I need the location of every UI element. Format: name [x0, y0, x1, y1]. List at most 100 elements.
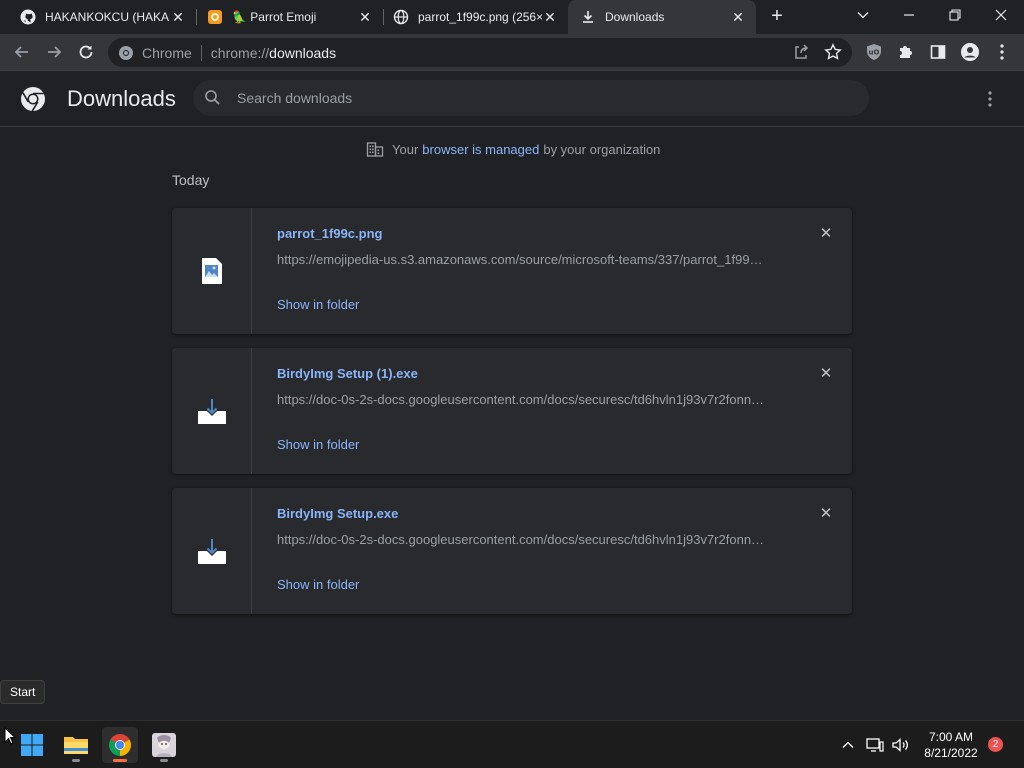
- arrow-right-icon: [48, 46, 62, 58]
- tab-parrot-png[interactable]: parrot_1f99c.png (256×256) ✕: [373, 0, 568, 34]
- chevron-down-icon: [857, 12, 869, 19]
- clock[interactable]: 7:00 AM 8/21/2022: [918, 729, 984, 761]
- tab-strip: HAKANKOKCU (HAKANKOKCU) ✕ 🦜 Parrot Emoji…: [0, 0, 1024, 34]
- puzzle-icon: [900, 46, 912, 58]
- download-item: BirdyImg Setup.exe https://doc-0s-2s-doc…: [172, 488, 852, 614]
- arrow-left-icon: [14, 46, 28, 58]
- file-name-link[interactable]: parrot_1f99c.png: [277, 226, 382, 241]
- source-url[interactable]: https://doc-0s-2s-docs.googleusercontent…: [277, 392, 777, 407]
- side-panel-icon: [930, 45, 946, 59]
- close-icon[interactable]: ✕: [170, 9, 186, 25]
- site-chip-label: Chrome: [142, 44, 192, 61]
- ublock-shield-icon: uO: [867, 44, 881, 60]
- svg-text:uO: uO: [869, 49, 880, 57]
- chrome-menu-button[interactable]: [990, 40, 1014, 64]
- ublock-extension-button[interactable]: uO: [862, 40, 886, 64]
- remove-download-button[interactable]: ✕: [816, 504, 836, 524]
- side-panel-button[interactable]: [926, 40, 950, 64]
- file-icon-column: [172, 488, 252, 614]
- forward-button[interactable]: [42, 40, 66, 64]
- network-icon: [866, 738, 884, 752]
- search-input[interactable]: [237, 90, 797, 106]
- back-button[interactable]: [10, 40, 34, 64]
- file-name-link[interactable]: BirdyImg Setup.exe: [277, 506, 398, 521]
- file-icon-column: [172, 208, 252, 334]
- managed-suffix: by your organization: [543, 141, 661, 157]
- source-url[interactable]: https://doc-0s-2s-docs.googleusercontent…: [277, 532, 777, 547]
- window-close-button[interactable]: [978, 0, 1024, 30]
- minimize-icon: [904, 14, 914, 16]
- remove-download-button[interactable]: ✕: [816, 224, 836, 244]
- more-actions-button[interactable]: [978, 87, 1002, 111]
- more-vert-icon: [988, 91, 992, 107]
- minimize-button[interactable]: [886, 0, 932, 30]
- search-box[interactable]: [193, 80, 869, 116]
- profile-button[interactable]: [958, 40, 982, 64]
- tab-title: parrot_1f99c.png (256×256): [418, 10, 542, 24]
- file-icon-column: [172, 348, 252, 474]
- installer-file-icon: [197, 539, 226, 564]
- speaker-icon: [892, 738, 908, 752]
- notification-badge[interactable]: 2: [988, 737, 1003, 752]
- extensions-button[interactable]: [894, 40, 918, 64]
- tab-title: HAKANKOKCU (HAKANKOKCU): [45, 10, 170, 24]
- share-icon[interactable]: [792, 43, 810, 64]
- start-tooltip: Start: [0, 680, 46, 704]
- close-icon[interactable]: ✕: [730, 9, 746, 25]
- show-in-folder-link[interactable]: Show in folder: [277, 577, 359, 592]
- close-icon[interactable]: ✕: [357, 9, 373, 25]
- birdyimg-app-icon: [152, 733, 176, 757]
- tab-search-button[interactable]: [840, 0, 886, 30]
- toolbar: Chrome chrome://downloads uO: [0, 34, 1024, 71]
- active-indicator: [113, 759, 127, 762]
- reload-icon: [79, 45, 93, 59]
- file-name-link[interactable]: BirdyImg Setup (1).exe: [277, 366, 418, 381]
- restore-icon: [949, 9, 961, 21]
- more-vert-icon: [1000, 44, 1004, 60]
- mouse-cursor-icon: [4, 727, 16, 745]
- show-hidden-icons-button[interactable]: [838, 733, 858, 757]
- tab-github[interactable]: HAKANKOKCU (HAKANKOKCU) ✕: [0, 0, 196, 34]
- tab-title: Downloads: [605, 10, 665, 24]
- search-icon: [205, 90, 220, 105]
- clock-date: 8/21/2022: [924, 746, 978, 760]
- chrome-taskbar-button[interactable]: [102, 727, 138, 763]
- close-icon[interactable]: ✕: [542, 9, 558, 25]
- new-tab-button[interactable]: +: [766, 6, 788, 28]
- managed-notice: Your browser is managed by your organiza…: [366, 139, 660, 159]
- start-button[interactable]: [14, 727, 50, 763]
- network-button[interactable]: [864, 733, 886, 757]
- url-host: downloads: [269, 44, 337, 61]
- managed-prefix: Your: [392, 141, 419, 157]
- downloads-header: Downloads: [0, 71, 1024, 127]
- download-icon: [580, 9, 596, 25]
- tab-title: 🦜 Parrot Emoji: [232, 10, 317, 24]
- remove-download-button[interactable]: ✕: [816, 364, 836, 384]
- file-explorer-button[interactable]: [58, 727, 94, 763]
- running-indicator: [72, 759, 80, 762]
- page-title: Downloads: [67, 86, 176, 111]
- show-in-folder-link[interactable]: Show in folder: [277, 297, 359, 312]
- source-url[interactable]: https://emojipedia-us.s3.amazonaws.com/s…: [277, 252, 777, 267]
- windows-logo-icon: [21, 734, 43, 756]
- globe-icon: [393, 9, 409, 25]
- managed-link[interactable]: browser is managed: [422, 142, 539, 157]
- birdyimg-taskbar-button[interactable]: [146, 727, 182, 763]
- url-scheme: chrome://: [210, 44, 270, 61]
- tab-downloads[interactable]: Downloads ✕: [568, 0, 756, 34]
- address-bar[interactable]: Chrome chrome://downloads: [108, 38, 852, 67]
- reload-button[interactable]: [74, 40, 98, 64]
- chrome-logo-icon: [21, 87, 45, 112]
- running-indicator: [160, 759, 168, 762]
- tab-parrot-emoji[interactable]: 🦜 Parrot Emoji ✕: [187, 0, 383, 34]
- date-section-label: Today: [172, 172, 210, 188]
- image-file-icon: [201, 258, 222, 284]
- address-divider: [200, 44, 202, 61]
- close-icon: [995, 9, 1007, 21]
- show-in-folder-link[interactable]: Show in folder: [277, 437, 359, 452]
- chrome-icon: [119, 45, 133, 60]
- bookmark-star-icon[interactable]: [824, 43, 842, 64]
- volume-button[interactable]: [890, 733, 912, 757]
- restore-button[interactable]: [932, 0, 978, 30]
- emojipedia-icon: [207, 9, 223, 25]
